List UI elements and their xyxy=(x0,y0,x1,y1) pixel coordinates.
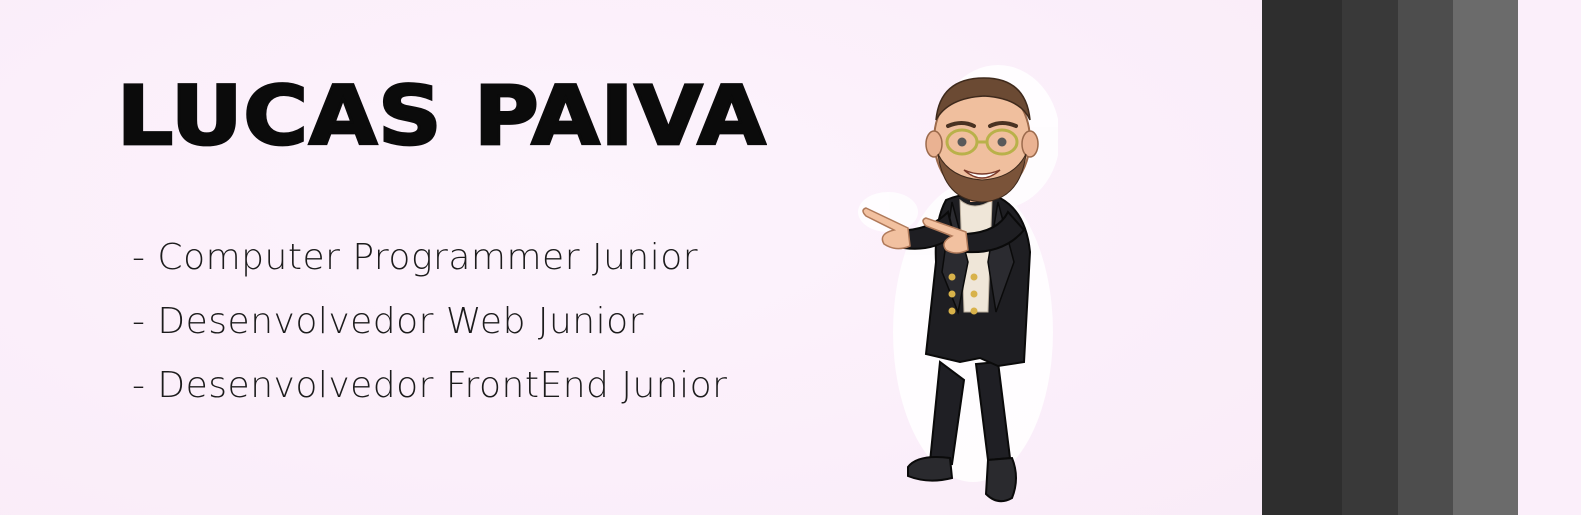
gray-stripes xyxy=(1262,0,1581,515)
banner-title: LUCAS PAIVA xyxy=(116,68,768,164)
cartoon-avatar-icon xyxy=(858,65,1058,503)
stripe xyxy=(1398,0,1453,515)
role-item: - Desenvolvedor Web Junior xyxy=(132,301,644,342)
role-item: - Computer Programmer Junior xyxy=(132,237,699,278)
role-item: - Desenvolvedor FrontEnd Junior xyxy=(132,365,728,406)
stripe xyxy=(1342,0,1398,515)
role-list: - Computer Programmer Junior - Desenvolv… xyxy=(132,226,727,418)
stripe xyxy=(1262,0,1342,515)
stripe xyxy=(1518,0,1581,515)
stripe xyxy=(1453,0,1518,515)
profile-banner: LUCAS PAIVA - Computer Programmer Junior… xyxy=(0,0,1581,515)
